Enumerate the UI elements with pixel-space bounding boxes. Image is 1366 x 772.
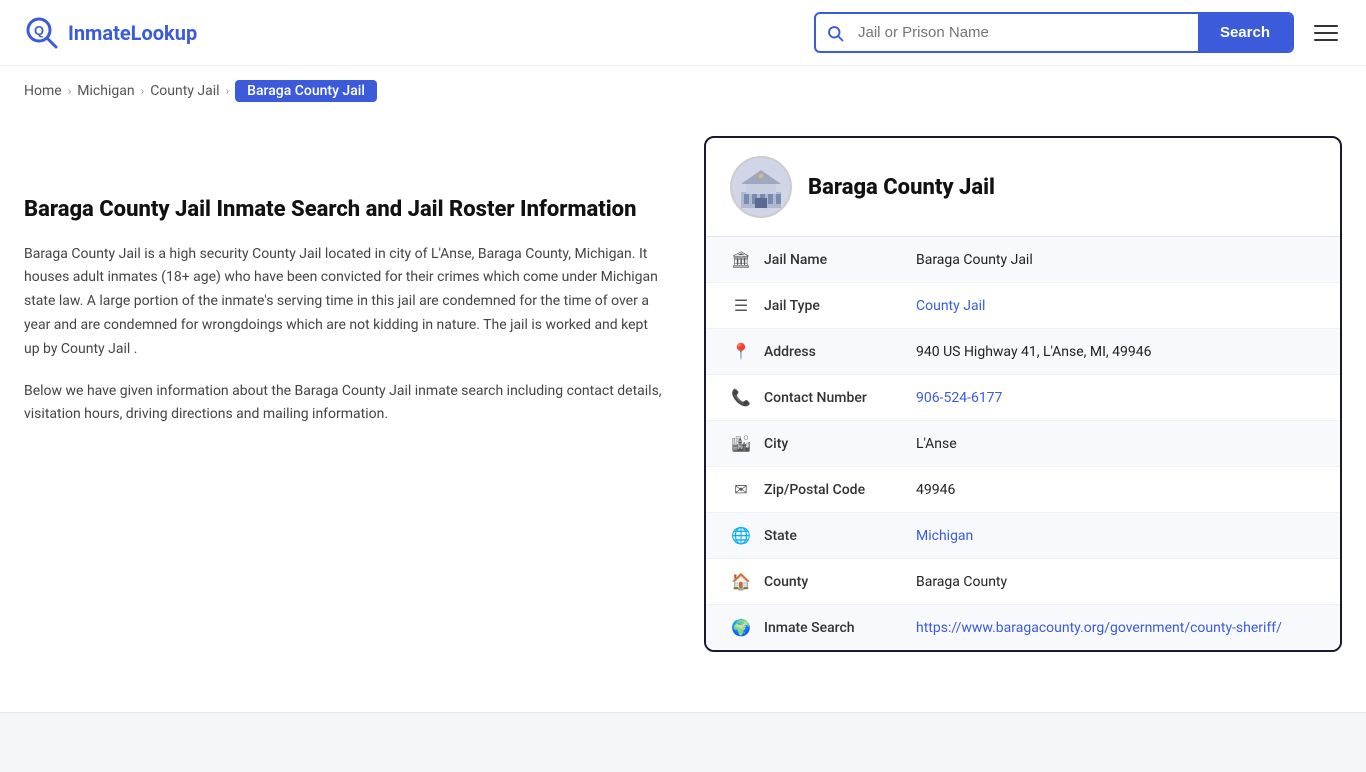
state-label: State [764, 528, 904, 544]
breadcrumb: Home › Michigan › County Jail › Baraga C… [0, 66, 1366, 116]
state-icon: 🌐 [730, 526, 752, 545]
header-right: Search [814, 12, 1342, 53]
address-label: Address [764, 344, 904, 360]
inmate-search-link[interactable]: https://www.baragacounty.org/government/… [916, 620, 1282, 636]
address-icon: 📍 [730, 342, 752, 361]
breadcrumb-sep-1: › [68, 84, 72, 98]
state-link[interactable]: Michigan [916, 528, 973, 544]
card-jail-name: Baraga County Jail [808, 175, 995, 200]
info-table: 🏛 Jail Name Baraga County Jail ☰ Jail Type Co… [706, 237, 1340, 650]
info-row-contact: 📞 Contact Number 906-524-6177 [706, 375, 1340, 421]
info-row-state: 🌐 State Michigan [706, 513, 1340, 559]
inmate-search-label: Inmate Search [764, 620, 904, 636]
search-input[interactable] [854, 14, 1198, 51]
contact-link[interactable]: 906-524-6177 [916, 390, 1002, 406]
county-value: Baraga County [916, 574, 1007, 590]
address-value: 940 US Highway 41, L'Anse, MI, 49946 [916, 344, 1152, 360]
zip-icon: ✉ [730, 480, 752, 499]
jail-avatar [730, 156, 792, 218]
jail-type-label: Jail Type [764, 298, 904, 314]
footer-bar [0, 712, 1366, 772]
info-row-zip: ✉ Zip/Postal Code 49946 [706, 467, 1340, 513]
logo-icon: Q [24, 15, 60, 51]
info-row-address: 📍 Address 940 US Highway 41, L'Anse, MI, 4… [706, 329, 1340, 375]
city-label: City [764, 436, 904, 452]
inmate-search-value[interactable]: https://www.baragacounty.org/government/… [916, 620, 1282, 636]
zip-value: 49946 [916, 482, 955, 498]
jail-type-icon: ☰ [730, 296, 752, 315]
breadcrumb-sep-2: › [141, 84, 145, 98]
hamburger-line-1 [1314, 25, 1338, 27]
county-icon: 🏠 [730, 572, 752, 591]
breadcrumb-home[interactable]: Home [24, 83, 62, 99]
main-content: Baraga County Jail Inmate Search and Jai… [0, 116, 1366, 692]
hamburger-line-3 [1314, 39, 1338, 41]
contact-label: Contact Number [764, 390, 904, 406]
page-desc-1: Baraga County Jail is a high security Co… [24, 243, 664, 362]
contact-value[interactable]: 906-524-6177 [916, 390, 1002, 406]
left-column: Baraga County Jail Inmate Search and Jai… [24, 136, 664, 652]
breadcrumb-sep-3: › [226, 84, 230, 98]
breadcrumb-current: Baraga County Jail [235, 80, 377, 102]
search-icon [826, 24, 844, 42]
card-header: Baraga County Jail [706, 138, 1340, 237]
hamburger-line-2 [1314, 32, 1338, 34]
info-row-inmate-search: 🌍 Inmate Search https://www.baragacounty.o… [706, 605, 1340, 650]
courthouse-icon [736, 162, 786, 212]
jail-name-label: Jail Name [764, 252, 904, 268]
state-value[interactable]: Michigan [916, 528, 973, 544]
site-header: Q InmateLookup Search [0, 0, 1366, 66]
search-bar: Search [814, 12, 1294, 53]
city-icon: 🏙 [730, 434, 752, 453]
breadcrumb-county-jail[interactable]: County Jail [150, 83, 219, 99]
logo-text: InmateLookup [68, 21, 197, 45]
city-value: L'Anse [916, 436, 957, 452]
jail-name-icon: 🏛 [730, 250, 752, 269]
page-title: Baraga County Jail Inmate Search and Jai… [24, 196, 664, 225]
info-row-city: 🏙 City L'Anse [706, 421, 1340, 467]
hamburger-menu[interactable] [1310, 21, 1342, 45]
svg-text:Q: Q [34, 23, 44, 38]
search-icon-wrap [816, 24, 854, 42]
info-card: Baraga County Jail 🏛 Jail Name Baraga Coun… [704, 136, 1342, 652]
jail-name-value: Baraga County Jail [916, 252, 1033, 268]
info-row-jail-name: 🏛 Jail Name Baraga County Jail [706, 237, 1340, 283]
jail-type-value[interactable]: County Jail [916, 298, 985, 314]
county-label: County [764, 574, 904, 590]
inmate-search-icon: 🌍 [730, 618, 752, 637]
search-button[interactable]: Search [1198, 14, 1292, 51]
breadcrumb-michigan[interactable]: Michigan [77, 83, 134, 99]
jail-type-link[interactable]: County Jail [916, 298, 985, 314]
contact-icon: 📞 [730, 388, 752, 407]
site-logo[interactable]: Q InmateLookup [24, 15, 197, 51]
info-row-county: 🏠 County Baraga County [706, 559, 1340, 605]
page-desc-2: Below we have given information about th… [24, 380, 664, 428]
info-row-jail-type: ☰ Jail Type County Jail [706, 283, 1340, 329]
zip-label: Zip/Postal Code [764, 482, 904, 498]
